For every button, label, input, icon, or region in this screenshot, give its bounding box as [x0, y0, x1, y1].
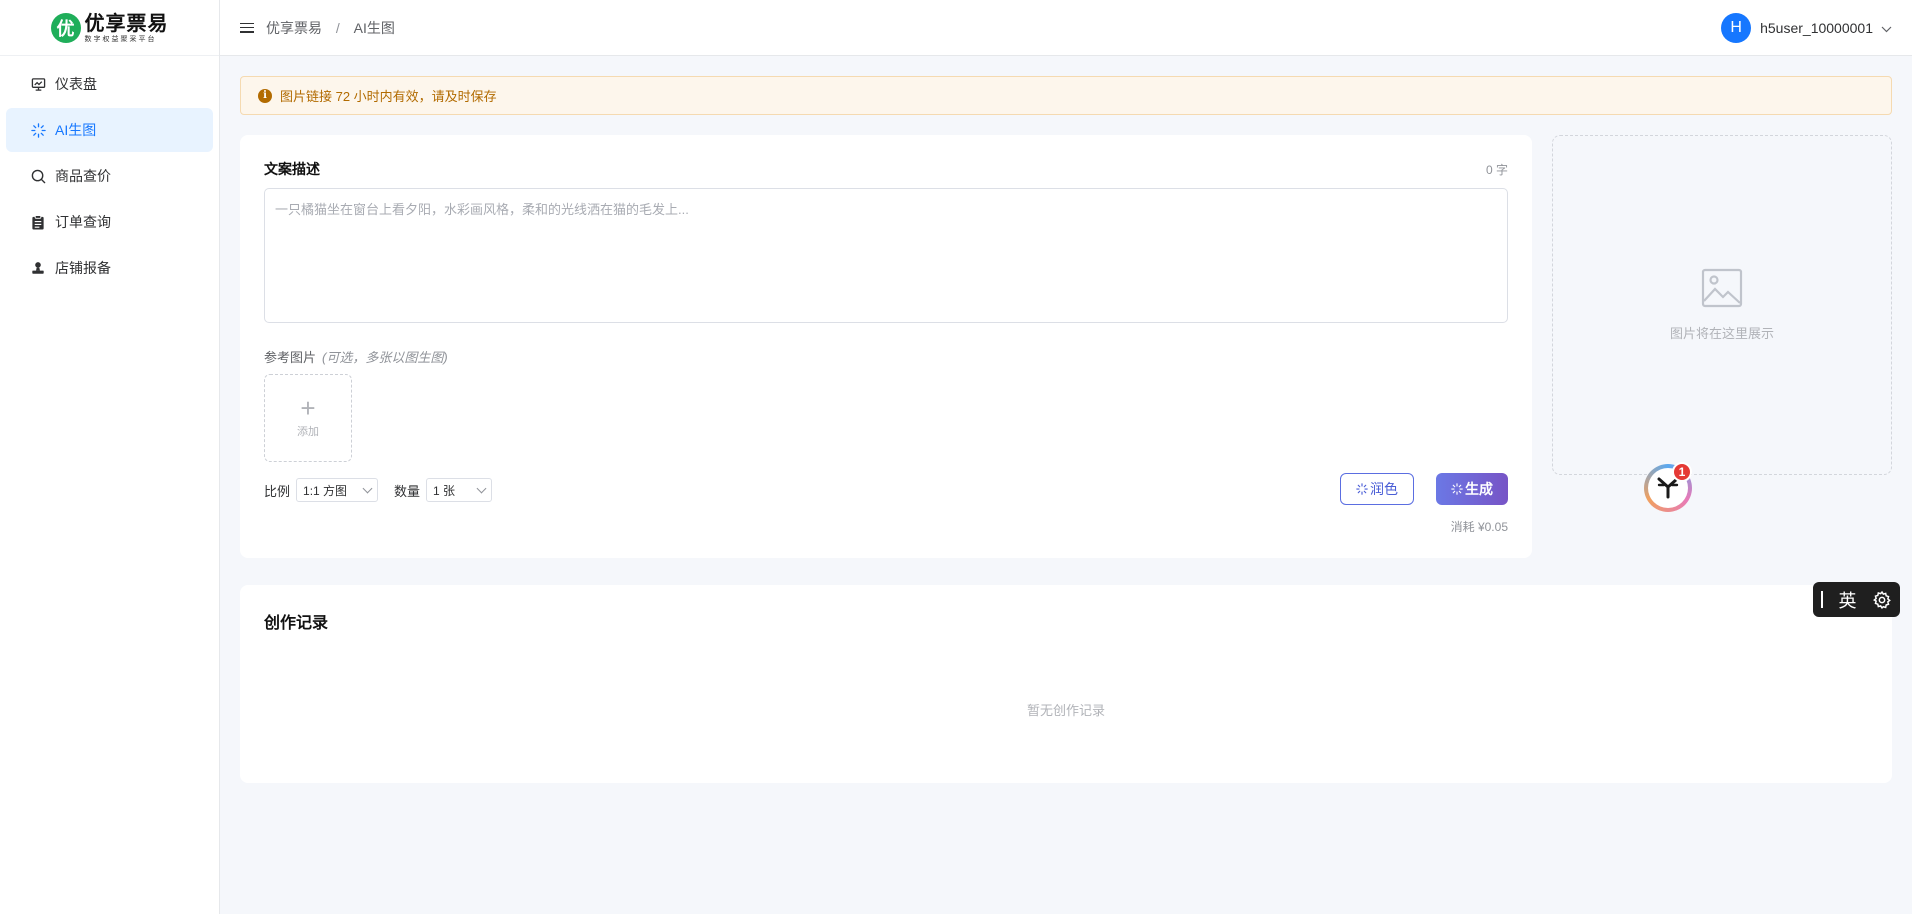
ime-mode[interactable]: 英 [1839, 587, 1857, 613]
records-card: 创作记录 暂无创作记录 [240, 585, 1892, 783]
user-menu[interactable]: H h5user_10000001 [1721, 13, 1892, 43]
brand-subtitle: 数字权益聚采平台 [84, 35, 157, 43]
description-input[interactable] [264, 188, 1508, 323]
ratio-select[interactable]: 1:1 方图 [296, 478, 379, 502]
ratio-value: 1:1 方图 [303, 483, 348, 498]
sparkle-icon [1451, 483, 1463, 495]
image-placeholder-icon [1701, 268, 1743, 311]
records-empty-text: 暂无创作记录 [1026, 703, 1105, 718]
char-count: 0 字 [1485, 162, 1508, 177]
floating-assistant-button[interactable]: 1 [1644, 462, 1692, 512]
brand-title: 优享票易 [84, 10, 169, 35]
gear-icon[interactable] [1872, 590, 1892, 610]
avatar: H [1721, 13, 1752, 43]
ratio-label: 比例 [264, 483, 291, 499]
sidebar: 优 优享票易 数字权益聚采平台 仪表盘 AI生图 商品查价 订单查询 店铺报备 [0, 0, 220, 914]
top-header: 优享票易 / AI生图 H h5user_10000001 [220, 0, 1912, 56]
records-title: 创作记录 [264, 615, 329, 632]
polish-label: 润色 [1370, 481, 1398, 497]
clipboard-icon [30, 214, 46, 230]
sidebar-item-store-filing[interactable]: 店铺报备 [6, 246, 213, 290]
quantity-label: 数量 [394, 483, 421, 499]
chevron-down-icon [362, 483, 373, 493]
ime-toolbar[interactable]: 英 [1813, 582, 1900, 617]
username: h5user_10000001 [1760, 20, 1873, 36]
alert-text: 图片链接 72 小时内有效，请及时保存 [280, 89, 497, 104]
plus-icon: + [300, 393, 316, 423]
sidebar-item-dashboard[interactable]: 仪表盘 [6, 62, 213, 106]
reference-image-title: 参考图片 [264, 350, 317, 365]
generate-button[interactable]: 生成 [1436, 473, 1508, 505]
add-reference-image-button[interactable]: + 添加 [264, 374, 352, 462]
info-icon: i [258, 88, 272, 103]
brand-logo[interactable]: 优 优享票易 数字权益聚采平台 [0, 0, 219, 56]
sidebar-nav: 仪表盘 AI生图 商品查价 订单查询 店铺报备 [0, 56, 219, 298]
cost-text: 消耗 ¥0.05 [1450, 520, 1508, 534]
text-cursor-icon [1821, 591, 1823, 608]
sidebar-item-orders[interactable]: 订单查询 [6, 200, 213, 244]
notification-badge: 1 [1672, 462, 1692, 482]
options-row: 比例 1:1 方图 数量 1 张 [264, 478, 493, 502]
expiry-alert: i 图片链接 72 小时内有效，请及时保存 [240, 76, 1892, 115]
sidebar-item-label: 商品查价 [55, 168, 111, 184]
stamp-icon [30, 260, 46, 276]
chevron-down-icon [1881, 20, 1892, 36]
brand-badge: 优 [50, 12, 81, 43]
sparkle-icon [30, 122, 46, 138]
breadcrumb-item-current: AI生图 [353, 19, 395, 36]
dashboard-icon [30, 76, 46, 92]
sidebar-item-ai-image[interactable]: AI生图 [6, 108, 213, 152]
generate-label: 生成 [1465, 481, 1493, 497]
quantity-select[interactable]: 1 张 [426, 478, 493, 502]
sparkle-icon [1356, 483, 1368, 495]
sidebar-item-label: 店铺报备 [55, 260, 111, 276]
breadcrumb-separator: / [335, 19, 340, 36]
breadcrumb: 优享票易 / AI生图 [266, 18, 395, 38]
sidebar-item-price-check[interactable]: 商品查价 [6, 154, 213, 198]
description-label: 文案描述 [264, 161, 320, 177]
chevron-down-icon [476, 483, 487, 493]
sidebar-item-label: AI生图 [55, 122, 97, 138]
sidebar-item-label: 订单查询 [55, 214, 111, 230]
polish-button[interactable]: 润色 [1340, 473, 1414, 505]
reference-image-hint: (可选，多张以图生图) [322, 350, 448, 365]
generator-card: 文案描述 0 字 参考图片 (可选，多张以图生图) + 添加 比例 1:1 方图 … [240, 135, 1532, 558]
sidebar-item-label: 仪表盘 [55, 76, 97, 92]
reference-image-label: 参考图片 (可选，多张以图生图) [264, 347, 1508, 366]
upload-label: 添加 [297, 426, 319, 438]
breadcrumb-item-home[interactable]: 优享票易 [266, 20, 322, 36]
preview-placeholder-text: 图片将在这里展示 [1669, 326, 1774, 341]
quantity-value: 1 张 [433, 483, 456, 498]
image-preview-panel: 图片将在这里展示 [1552, 135, 1892, 475]
menu-toggle-icon[interactable] [240, 21, 254, 35]
search-icon [30, 168, 46, 184]
